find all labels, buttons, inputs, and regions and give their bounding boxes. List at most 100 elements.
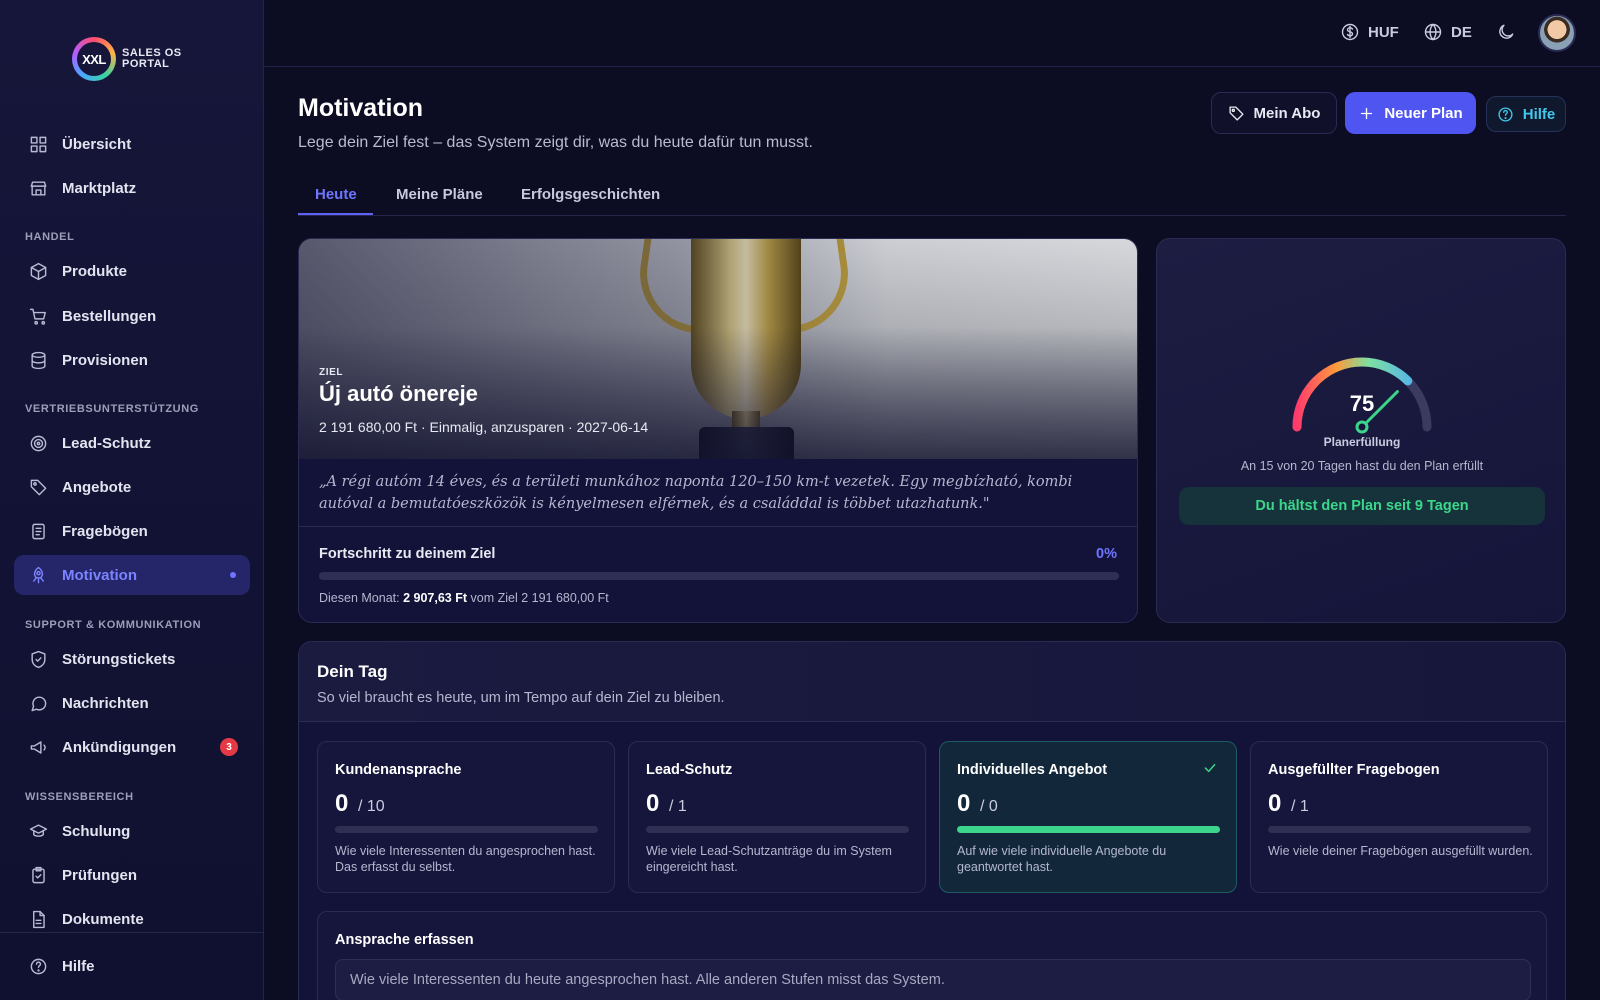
goal-title: Új autó önereje <box>319 381 478 406</box>
logo-mark-text: XXL <box>77 42 111 76</box>
shield-check-icon <box>28 649 48 669</box>
metric-target: / 0 <box>980 798 998 815</box>
sidebar: XXL SALES OS PORTAL Übersicht Marktplatz… <box>0 0 264 1000</box>
sidebar-item-dokumente[interactable]: Dokumente <box>14 899 250 939</box>
chat-bubble-icon <box>28 693 48 713</box>
metric-value: 0 <box>957 790 971 817</box>
sidebar-item-hilfe[interactable]: Hilfe <box>14 946 250 986</box>
dein-tag-title: Dein Tag <box>317 662 388 681</box>
dein-tag-subtitle: So viel braucht es heute, um im Tempo au… <box>317 690 725 706</box>
metric-progress-fill <box>957 826 1220 833</box>
theme-toggle[interactable] <box>1496 22 1516 42</box>
box-icon <box>28 261 48 281</box>
language-selector[interactable]: DE <box>1423 22 1472 42</box>
mein-abo-label: Mein Abo <box>1253 104 1321 122</box>
metric-progress-bar <box>957 826 1220 833</box>
gauge-subtext: An 15 von 20 Tagen hast du den Plan erfü… <box>1240 459 1484 473</box>
mein-abo-button[interactable]: Mein Abo <box>1211 92 1337 134</box>
progress-percent: 0% <box>1096 546 1117 562</box>
rocket-icon <box>28 565 48 585</box>
sidebar-item-marktplatz[interactable]: Marktplatz <box>14 168 250 208</box>
grid-icon <box>28 134 48 154</box>
page-title: Motivation <box>298 94 423 122</box>
sidebar-item-label: Lead-Schutz <box>62 434 152 452</box>
sidebar-item-label: Nachrichten <box>62 694 149 712</box>
sidebar-item-angebote[interactable]: Angebote <box>14 467 250 507</box>
avatar[interactable] <box>1538 14 1576 52</box>
sidebar-item-uebersicht[interactable]: Übersicht <box>14 124 250 164</box>
sidebar-item-label: Bestellungen <box>62 307 157 325</box>
page-subtitle: Lege dein Ziel fest – das System zeigt d… <box>298 134 813 151</box>
cart-icon <box>28 306 48 326</box>
streak-badge: Du hältst den Plan seit 9 Tagen <box>1179 487 1545 525</box>
metric-card-ausgefuellter-fragebogen: Ausgefüllter Fragebogen 0 / 1 Wie viele … <box>1250 741 1548 893</box>
tag-icon <box>1228 105 1244 121</box>
metric-description: Wie viele Interessenten du angesprochen … <box>335 844 596 874</box>
check-icon <box>1202 760 1218 776</box>
target-icon <box>28 433 48 453</box>
metric-title: Lead-Schutz <box>646 762 733 778</box>
sidebar-item-label: Fragebögen <box>62 522 148 540</box>
month-suffix: vom Ziel 2 191 680,00 Ft <box>467 591 609 605</box>
sidebar-item-produkte[interactable]: Produkte <box>14 251 250 291</box>
metric-title: Kundenansprache <box>335 762 462 778</box>
logo[interactable]: XXL SALES OS PORTAL <box>72 36 202 82</box>
ansprache-input[interactable] <box>335 959 1531 1000</box>
sidebar-item-label: Ankündigungen <box>62 738 177 756</box>
metric-description: Wie viele deiner Fragebögen ausgefüllt w… <box>1268 844 1533 858</box>
sidebar-item-lead-schutz[interactable]: Lead-Schutz <box>14 423 250 463</box>
sidebar-item-pruefungen[interactable]: Prüfungen <box>14 855 250 895</box>
language-label: DE <box>1451 23 1472 41</box>
metric-card-kundenansprache: Kundenansprache 0 / 10 Wie viele Interes… <box>317 741 615 893</box>
globe-icon <box>1424 23 1442 41</box>
active-indicator-dot <box>230 572 236 578</box>
metric-target: / 10 <box>358 798 385 815</box>
sidebar-item-provisionen[interactable]: Provisionen <box>14 340 250 380</box>
sidebar-item-nachrichten[interactable]: Nachrichten <box>14 683 250 723</box>
metric-target: / 1 <box>1291 798 1309 815</box>
neuer-plan-label: Neuer Plan <box>1384 104 1463 122</box>
hilfe-button[interactable]: Hilfe <box>1486 96 1566 132</box>
clipboard-check-icon <box>28 865 48 885</box>
metric-card-individuelles-angebot: Individuelles Angebot 0 / 0 Auf wie viel… <box>939 741 1237 893</box>
divider <box>299 526 1137 527</box>
sidebar-item-label: Provisionen <box>62 351 148 369</box>
tab-meine-plaene[interactable]: Meine Pläne <box>396 186 483 203</box>
megaphone-icon <box>28 737 48 757</box>
sidebar-section-support: SUPPORT & KOMMUNIKATION <box>25 619 202 631</box>
help-circle-icon <box>1498 106 1513 122</box>
month-amount: 2 907,63 Ft <box>403 591 468 605</box>
sidebar-item-label: Schulung <box>62 822 131 840</box>
sidebar-item-motivation[interactable]: Motivation <box>14 555 250 595</box>
tab-erfolgsgeschichten[interactable]: Erfolgsgeschichten <box>521 186 660 203</box>
graduation-cap-icon <box>28 821 48 841</box>
store-icon <box>28 178 48 198</box>
sidebar-item-label: Marktplatz <box>62 179 137 197</box>
sidebar-item-stoerungstickets[interactable]: Störungstickets <box>14 639 250 679</box>
goal-meta: 2 191 680,00 Ft · Einmalig, anzusparen ·… <box>319 419 649 435</box>
metric-value: 0 <box>646 790 660 817</box>
metric-progress-bar <box>1268 826 1531 833</box>
currency-selector[interactable]: HUF <box>1340 22 1399 42</box>
sidebar-section-handel: HANDEL <box>25 231 75 243</box>
goal-label: ZIEL <box>319 367 344 378</box>
database-icon <box>28 350 48 370</box>
sidebar-item-label: Dokumente <box>62 910 144 928</box>
neuer-plan-button[interactable]: Neuer Plan <box>1345 92 1476 134</box>
gauge-pivot <box>1355 420 1369 434</box>
sidebar-section-wissen: WISSENSBEREICH <box>25 791 134 803</box>
dein-tag-header: Dein Tag So viel braucht es heute, um im… <box>299 642 1565 722</box>
help-circle-icon <box>28 956 48 976</box>
sidebar-item-label: Übersicht <box>62 135 132 153</box>
dollar-circle-icon <box>1341 23 1359 41</box>
metric-card-lead-schutz: Lead-Schutz 0 / 1 Wie viele Lead-Schutza… <box>628 741 926 893</box>
sidebar-item-bestellungen[interactable]: Bestellungen <box>14 296 250 336</box>
tab-heute[interactable]: Heute <box>315 186 357 203</box>
sidebar-item-frageboegen[interactable]: Fragebögen <box>14 511 250 551</box>
sidebar-item-ankuendigungen[interactable]: Ankündigungen 3 <box>14 727 250 767</box>
metric-target: / 1 <box>669 798 687 815</box>
metric-progress-bar <box>646 826 909 833</box>
sidebar-item-schulung[interactable]: Schulung <box>14 811 250 851</box>
goal-progress-bar <box>319 572 1119 580</box>
month-prefix: Diesen Monat: <box>319 591 404 605</box>
